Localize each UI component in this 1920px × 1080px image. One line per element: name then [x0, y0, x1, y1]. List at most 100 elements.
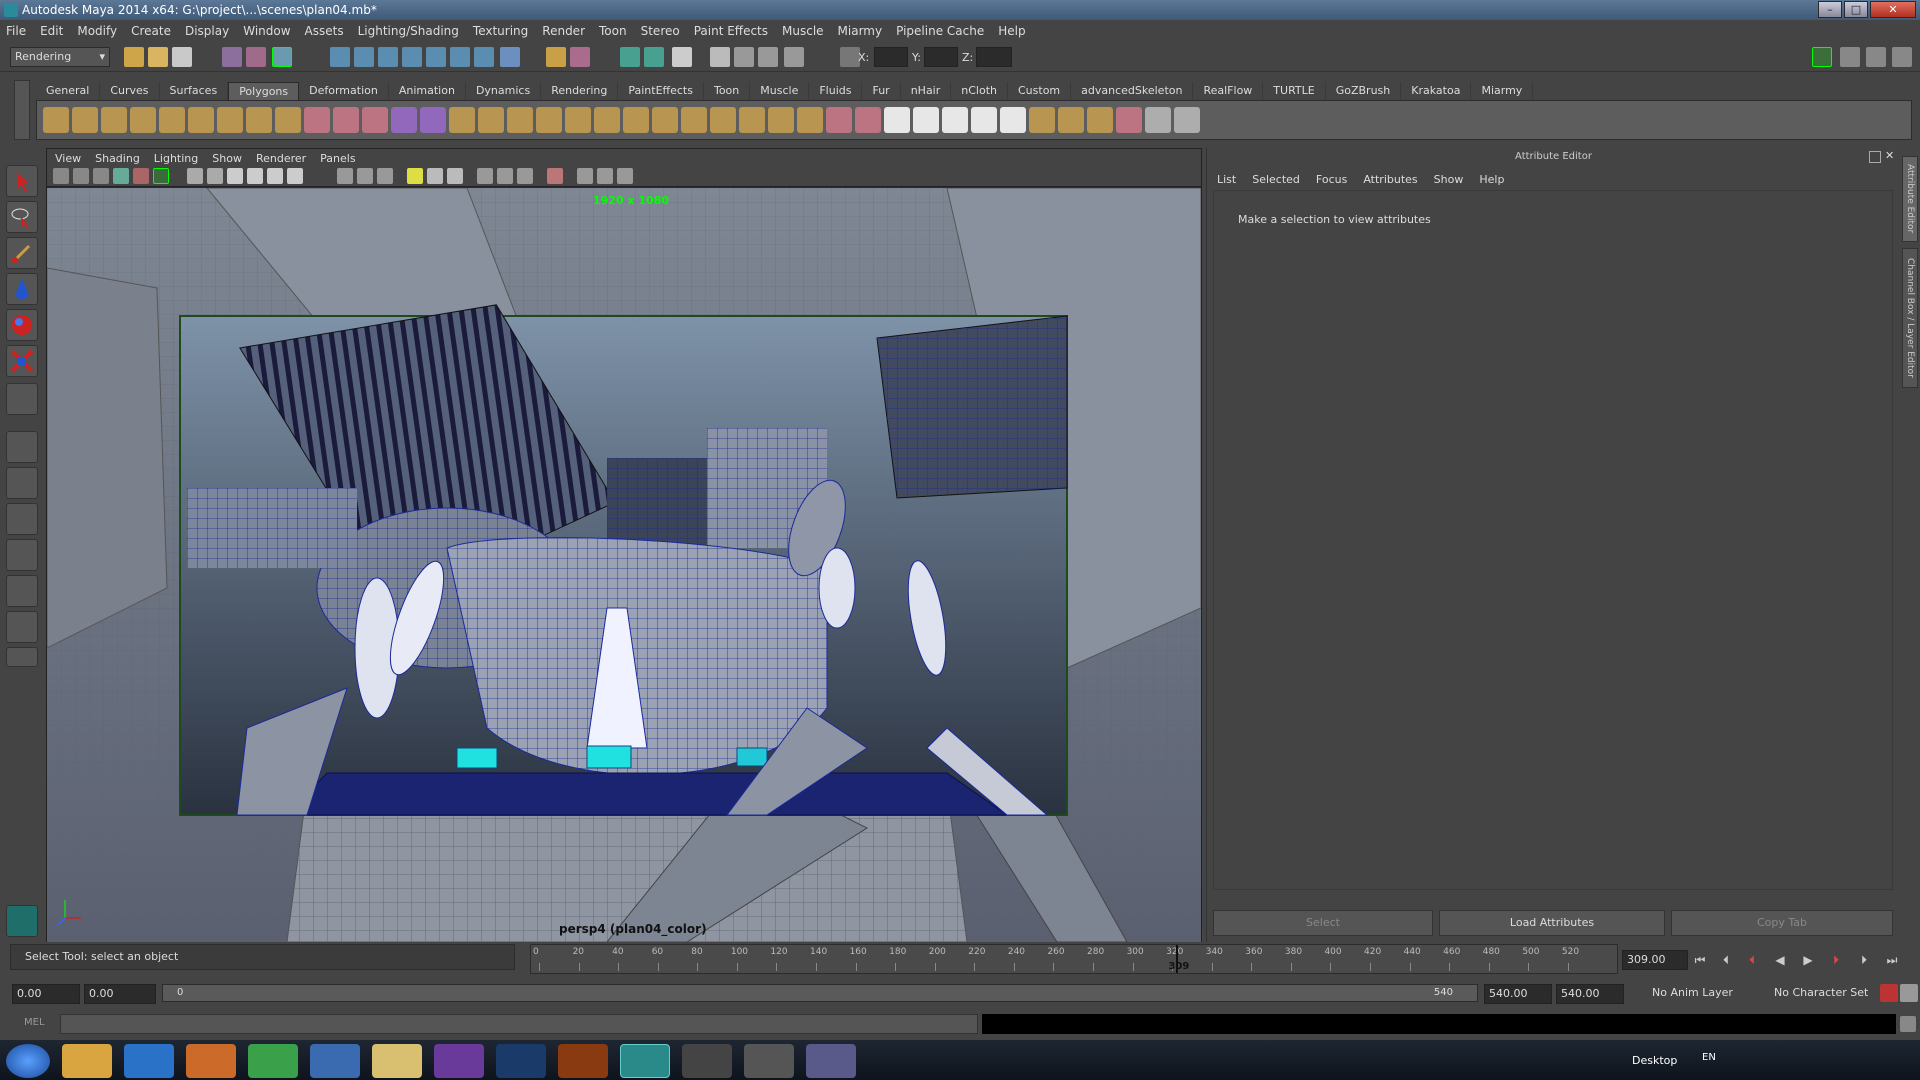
step-forward-key-icon[interactable]: ⏵	[1826, 950, 1846, 970]
go-to-start-icon[interactable]: ⏮	[1690, 950, 1710, 970]
time-slider[interactable]: 0 20 40 60 80 100 120 140 160 180 200 220 240 260 280 3…	[530, 944, 1618, 974]
play-backward-icon[interactable]: ◀	[1770, 950, 1790, 970]
bridge-icon[interactable]	[710, 107, 736, 133]
minimize-button[interactable]: –	[1818, 1, 1842, 18]
shelf-tab-nhair[interactable]: nHair	[901, 82, 952, 100]
menuset-dropdown[interactable]: Rendering ▾	[10, 47, 110, 67]
camera-attributes-icon[interactable]	[73, 168, 89, 184]
menu-miarmy[interactable]: Miarmy	[838, 24, 883, 38]
ipr-render-icon[interactable]	[734, 47, 754, 67]
help-icon[interactable]	[500, 47, 520, 67]
attr-menu-help[interactable]: Help	[1479, 173, 1504, 186]
transfer-icon[interactable]	[478, 107, 504, 133]
snap-point-icon[interactable]	[378, 47, 398, 67]
taskbar-ie-icon[interactable]	[124, 1044, 174, 1078]
taskbar-maya-icon[interactable]	[620, 1044, 670, 1078]
single-perspective-layout-icon[interactable]	[6, 431, 38, 463]
animation-start-field[interactable]: 0.00	[12, 984, 80, 1004]
viewport-menu-show[interactable]: Show	[212, 152, 242, 165]
torus-icon[interactable]	[188, 107, 214, 133]
image-plane-icon[interactable]	[113, 168, 129, 184]
menu-modify[interactable]: Modify	[77, 24, 117, 38]
toggle-tool-settings-icon[interactable]	[1866, 47, 1886, 67]
animation-end-field[interactable]: 540.00	[1556, 984, 1624, 1004]
animation-preferences-icon[interactable]	[1900, 984, 1918, 1002]
lock-icon[interactable]	[546, 47, 566, 67]
motion-blur-icon[interactable]	[427, 168, 443, 184]
shelf-tab-gozbrush[interactable]: GoZBrush	[1326, 82, 1402, 100]
shelf-tab-dynamics[interactable]: Dynamics	[466, 82, 542, 100]
taskbar-chrome-icon[interactable]	[248, 1044, 298, 1078]
soccer-ball-icon[interactable]	[275, 107, 301, 133]
absolute-transform-icon[interactable]	[840, 47, 860, 67]
taskbar-explorer-icon[interactable]	[62, 1044, 112, 1078]
merge-icon[interactable]	[768, 107, 794, 133]
film-gate-icon[interactable]	[133, 168, 149, 184]
go-to-end-icon[interactable]: ⏭	[1882, 950, 1902, 970]
step-back-frame-icon[interactable]: ⏴	[1716, 950, 1736, 970]
xray-joints-icon[interactable]	[357, 168, 373, 184]
menu-edit[interactable]: Edit	[40, 24, 63, 38]
shelf-tab-rendering[interactable]: Rendering	[541, 82, 619, 100]
shadows-icon[interactable]	[287, 168, 303, 184]
menu-display[interactable]: Display	[185, 24, 229, 38]
extrude-icon[interactable]	[681, 107, 707, 133]
fill-hole-icon[interactable]	[507, 107, 533, 133]
taskbar-browser-icon[interactable]	[806, 1044, 856, 1078]
bevel-icon[interactable]	[739, 107, 765, 133]
sphere-icon[interactable]	[43, 107, 69, 133]
graph-editor-layout-icon[interactable]	[6, 611, 38, 643]
paint-select-tool-icon[interactable]	[6, 237, 38, 269]
last-tool-icon[interactable]	[6, 383, 38, 415]
menu-pipeline-cache[interactable]: Pipeline Cache	[896, 24, 984, 38]
screen-space-ao-icon[interactable]	[407, 168, 423, 184]
spherical-map-icon[interactable]	[1029, 107, 1055, 133]
3d-scene-view[interactable]: 1920 x 1080 persp4 (plan04_color)	[47, 188, 1201, 942]
insert-edge-loop-icon[interactable]	[623, 107, 649, 133]
open-scene-icon[interactable]	[148, 47, 168, 67]
hud-icon[interactable]	[517, 168, 533, 184]
taskbar-photoshop-icon[interactable]	[496, 1044, 546, 1078]
viewport-menu-renderer[interactable]: Renderer	[256, 152, 306, 165]
pipe-icon[interactable]	[246, 107, 272, 133]
plane-icon[interactable]	[159, 107, 185, 133]
multisample-aa-icon[interactable]	[447, 168, 463, 184]
character-set-dropdown[interactable]: No Character Set	[1770, 984, 1880, 1004]
viewport-menu-lighting[interactable]: Lighting	[154, 152, 198, 165]
taskbar-folder-icon[interactable]	[372, 1044, 422, 1078]
menu-paint-effects[interactable]: Paint Effects	[694, 24, 768, 38]
average-vertices-icon[interactable]	[449, 107, 475, 133]
shelf-options-gutter[interactable]	[14, 80, 30, 140]
menu-stereo[interactable]: Stereo	[641, 24, 680, 38]
close-panel-icon[interactable]: ✕	[1885, 149, 1897, 163]
smooth-icon[interactable]	[391, 107, 417, 133]
camera-select-icon[interactable]	[53, 168, 69, 184]
persp-graph-layout-icon[interactable]	[6, 539, 38, 571]
snap-surface-icon[interactable]	[426, 47, 446, 67]
viewport-menu-shading[interactable]: Shading	[95, 152, 140, 165]
history-icon[interactable]	[620, 47, 640, 67]
shelf-tab-curves[interactable]: Curves	[100, 82, 160, 100]
depth-of-field-icon[interactable]	[497, 168, 513, 184]
pyramid-icon[interactable]	[217, 107, 243, 133]
split-icon[interactable]	[594, 107, 620, 133]
modeling-toolkit-icon[interactable]	[6, 905, 38, 937]
taskbar-app-icon[interactable]	[186, 1044, 236, 1078]
float-panel-icon[interactable]	[1869, 151, 1881, 163]
attr-menu-focus[interactable]: Focus	[1316, 173, 1347, 186]
shelf-tab-painteffects[interactable]: PaintEffects	[618, 82, 704, 100]
tray-icons[interactable]	[1730, 1052, 1810, 1068]
bookmark-icon[interactable]	[93, 168, 109, 184]
append-icon[interactable]	[565, 107, 591, 133]
rotate-tool-icon[interactable]	[6, 309, 38, 341]
sew-uvs-icon[interactable]	[1145, 107, 1171, 133]
wedge-icon[interactable]	[797, 107, 823, 133]
maximize-button[interactable]: □	[1844, 1, 1868, 18]
shelf-tab-realflow[interactable]: RealFlow	[1193, 82, 1264, 100]
planar-map-icon[interactable]	[971, 107, 997, 133]
select-hierarchy-icon[interactable]	[222, 47, 242, 67]
layout-options-icon[interactable]	[6, 647, 38, 667]
isolate-select-icon[interactable]	[477, 168, 493, 184]
shelf-tab-ncloth[interactable]: nCloth	[951, 82, 1008, 100]
taskbar-network-icon[interactable]	[744, 1044, 794, 1078]
